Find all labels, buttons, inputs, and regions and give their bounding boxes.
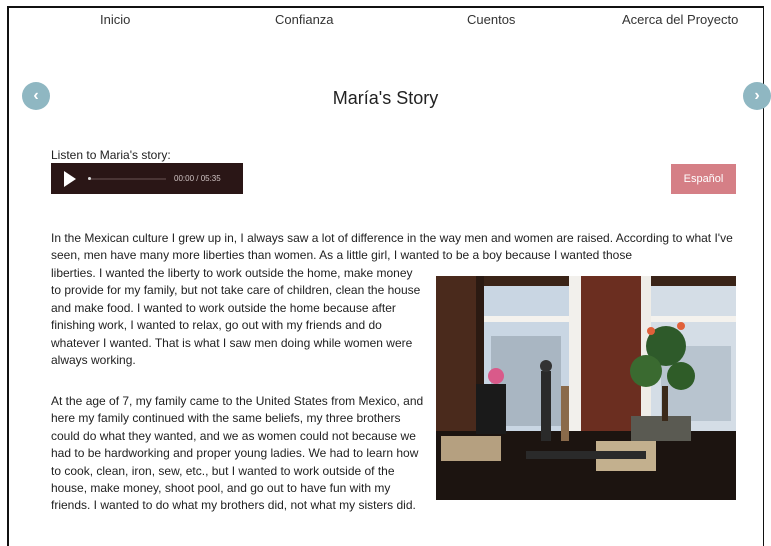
nav-cuentos[interactable]: Cuentos	[467, 12, 515, 27]
page-title: María's Story	[332, 88, 439, 108]
story-paragraph-1-continued: liberties. I wanted the liberty to work …	[51, 266, 421, 368]
audio-seek-bar[interactable]	[88, 176, 166, 180]
audio-time: 00:00 / 05:35	[174, 174, 221, 183]
nav-inicio[interactable]: Inicio	[100, 12, 130, 27]
play-icon[interactable]	[64, 170, 76, 187]
seek-knob[interactable]	[88, 176, 91, 180]
nav-confianza[interactable]: Confianza	[275, 12, 334, 27]
story-paragraph-1: In the Mexican culture I grew up in, I a…	[51, 231, 733, 263]
language-button[interactable]: Español	[671, 164, 736, 194]
audio-player: 00:00 / 05:35	[51, 163, 243, 194]
story-photo	[436, 276, 736, 500]
story-paragraph-2: At the age of 7, my family came to the U…	[51, 394, 424, 513]
nav-acerca[interactable]: Acerca del Proyecto	[622, 12, 738, 27]
audio-label: Listen to Maria's story:	[51, 148, 171, 162]
